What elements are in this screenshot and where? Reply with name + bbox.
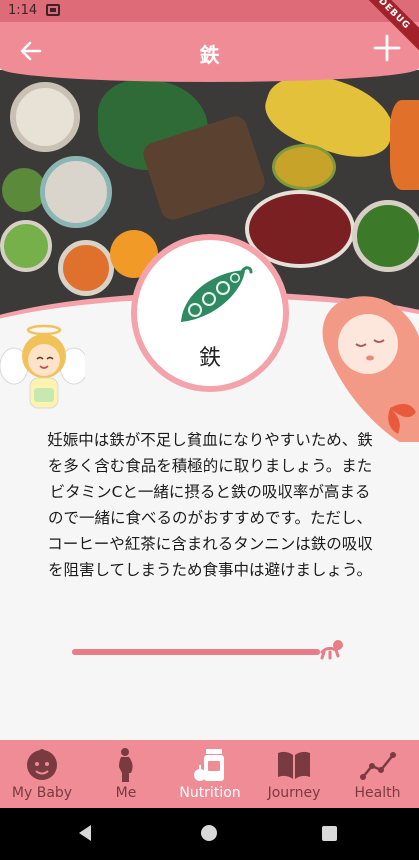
angel-baby-illustration [0, 324, 85, 409]
crawling-baby-icon [320, 640, 343, 660]
nutrient-description: 妊娠中は鉄が不足し貧血になりやすいため、鉄を多く含む食品を積極的に取りましょう。… [47, 431, 373, 579]
open-book-icon [278, 751, 310, 779]
nav-label-my-baby: My Baby [11, 785, 73, 801]
nav-item-nutrition[interactable]: Nutrition [168, 740, 252, 808]
status-time: 1:14 [8, 3, 38, 18]
nutrient-name: 鉄 [198, 346, 221, 371]
nutrient-badge: 鉄 [131, 234, 289, 392]
progress-track [72, 649, 320, 655]
nav-label-me: Me [115, 785, 137, 801]
nav-label-nutrition: Nutrition [179, 785, 241, 801]
page-title: 鉄 [199, 43, 220, 67]
system-nav-bar [0, 808, 419, 860]
pea-pod-icon [181, 266, 253, 322]
plus-icon [373, 34, 401, 62]
nav-item-journey[interactable]: Journey [252, 740, 336, 808]
progress-fill [72, 649, 320, 655]
system-recents-button[interactable] [322, 826, 337, 841]
system-back-button[interactable] [79, 825, 91, 841]
add-button[interactable] [373, 34, 401, 64]
bottom-nav: My Baby Me Nutrition Journey Health [0, 740, 419, 808]
nav-item-me[interactable]: Me [84, 740, 168, 808]
nav-item-my-baby[interactable]: My Baby [0, 740, 84, 808]
swaddled-baby-illustration [322, 296, 419, 442]
pregnant-woman-icon [119, 748, 133, 782]
status-bar: 1:14 [0, 0, 419, 22]
baby-face-icon [27, 749, 57, 780]
nav-label-journey: Journey [267, 785, 321, 801]
line-chart-icon [359, 752, 396, 780]
nav-label-health: Health [354, 785, 401, 801]
app-bar: 鉄 [0, 22, 419, 82]
nav-item-health[interactable]: Health [336, 740, 419, 808]
system-home-button[interactable] [201, 825, 217, 841]
hero-section: 鉄 鉄 [0, 22, 419, 442]
notification-icon [46, 4, 60, 16]
food-jar-icon [194, 749, 224, 781]
